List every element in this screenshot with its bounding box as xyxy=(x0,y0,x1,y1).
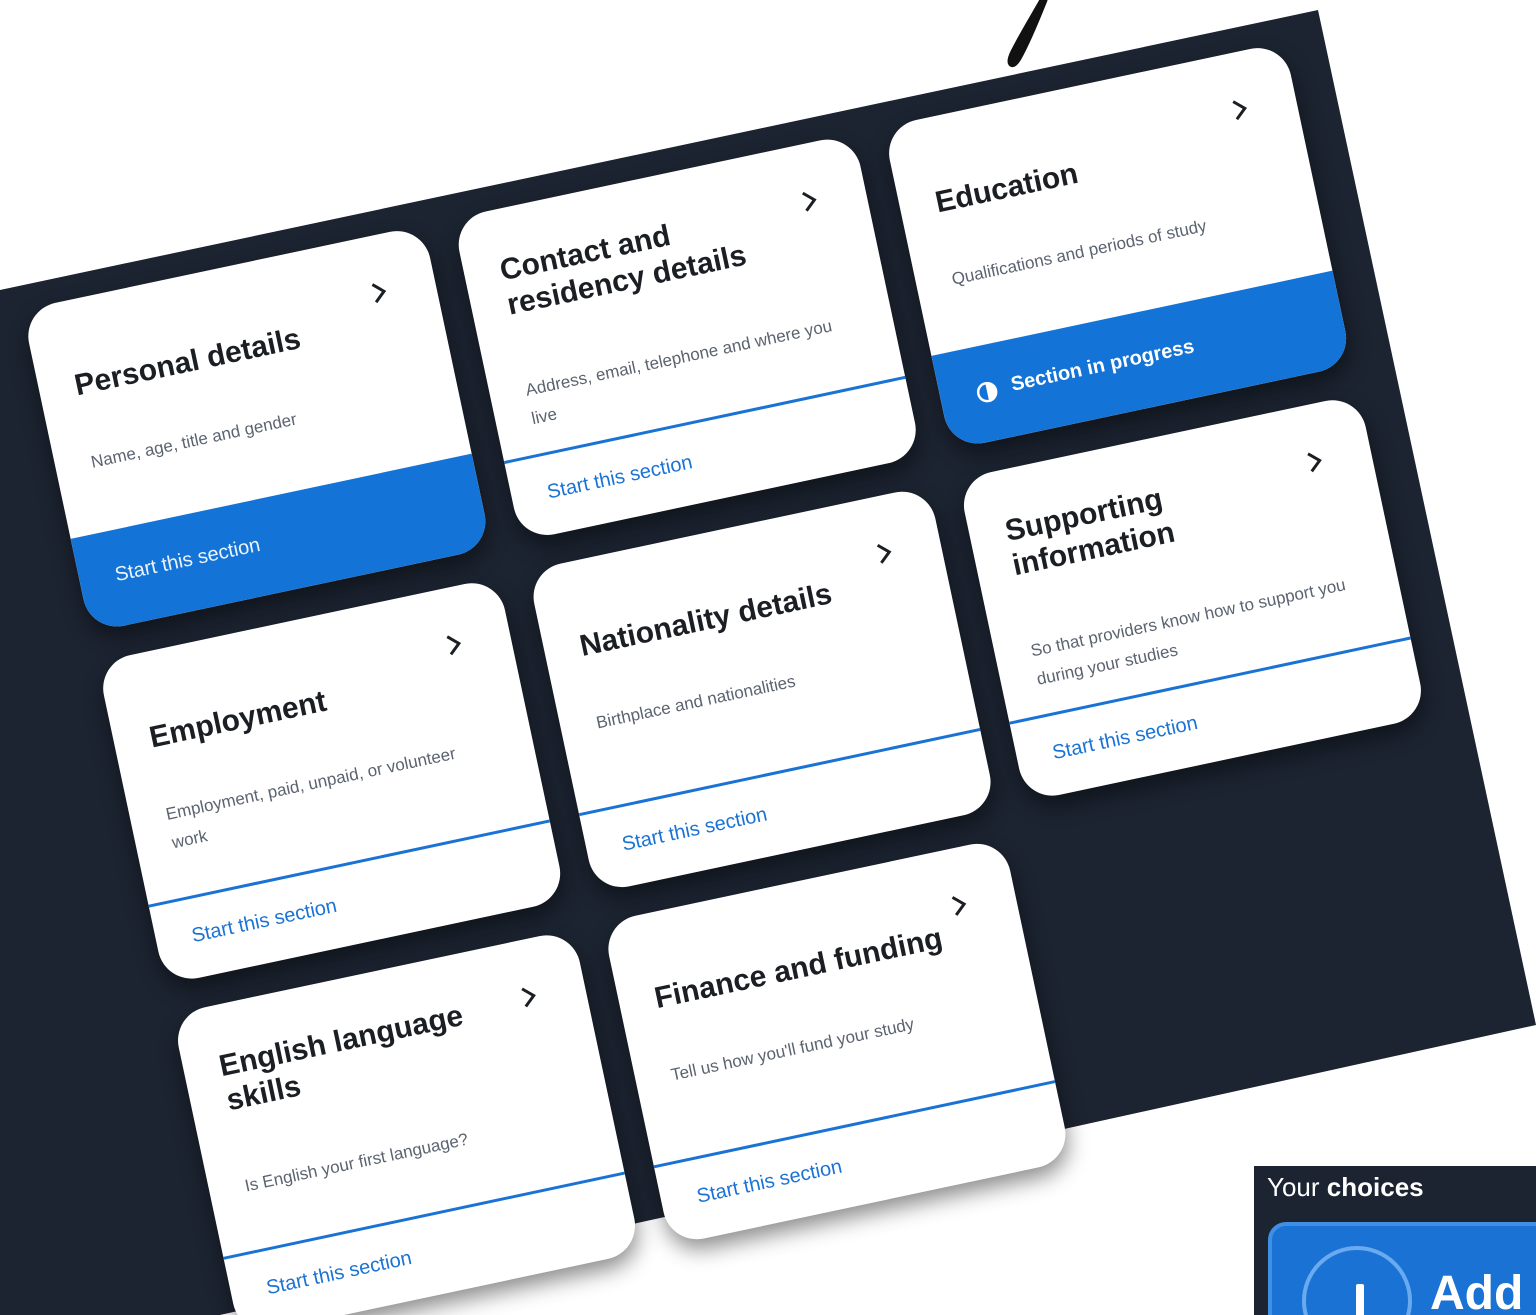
start-section-link[interactable]: Start this section xyxy=(695,1156,844,1209)
your-choices-panel: Your choices Add xyxy=(1254,1166,1536,1315)
start-section-link[interactable]: Start this section xyxy=(1050,712,1199,765)
card-title: Finance and funding xyxy=(651,921,946,1016)
chevron-right-icon xyxy=(876,543,892,564)
chevron-right-icon xyxy=(802,191,817,212)
start-section-link[interactable]: Start this section xyxy=(620,803,769,856)
chevron-right-icon xyxy=(951,896,967,916)
chevron-right-icon xyxy=(371,283,387,304)
card-title: Contact and residency details xyxy=(496,219,750,322)
card-english-language-skills[interactable]: English language skills Is English your … xyxy=(171,929,642,1315)
start-section-link[interactable]: Start this section xyxy=(265,1247,414,1300)
card-title: Employment xyxy=(146,684,330,755)
section-status-label[interactable]: Section in progress xyxy=(1009,335,1196,396)
start-section-link[interactable]: Start this section xyxy=(190,895,339,948)
card-description: Name, age, title and gender xyxy=(89,409,299,472)
card-description: Employment, paid, unpaid, or volunteer w… xyxy=(164,743,458,853)
card-description: Is English your first language? xyxy=(243,1129,470,1196)
card-description: Birthplace and nationalities xyxy=(594,671,798,733)
start-section-link[interactable]: Start this section xyxy=(113,534,262,587)
choices-heading: Your choices xyxy=(1267,1172,1424,1203)
add-choice-label: Add xyxy=(1430,1267,1524,1315)
choices-heading-prefix: Your xyxy=(1267,1172,1320,1202)
choices-heading-bold: choices xyxy=(1326,1172,1424,1202)
start-section-link[interactable]: Start this section xyxy=(545,451,694,504)
card-description: Tell us how you'll fund your study xyxy=(669,1014,916,1085)
card-title: English language skills xyxy=(216,999,467,1118)
screenshot-stage: Personal details Name, age, title and ge… xyxy=(0,0,1536,1315)
card-title: Nationality details xyxy=(576,577,835,663)
card-description: Qualifications and periods of study xyxy=(950,216,1209,289)
plus-circle-icon xyxy=(1302,1246,1412,1315)
card-title: Education xyxy=(932,156,1082,220)
chevron-right-icon xyxy=(1232,100,1247,121)
card-nationality-details[interactable]: Nationality details Birthplace and natio… xyxy=(527,485,997,894)
half-circle-icon xyxy=(976,381,998,403)
chevron-right-icon xyxy=(521,987,536,1008)
chevron-right-icon xyxy=(1307,452,1322,473)
card-employment[interactable]: Employment Employment, paid, unpaid, or … xyxy=(96,576,567,985)
handwriting-stroke-icon xyxy=(1007,0,1048,68)
chevron-right-icon xyxy=(446,635,462,656)
plus-icon xyxy=(1356,1284,1364,1315)
card-title: Supporting information xyxy=(1002,482,1178,583)
application-sections-grid: Personal details Name, age, title and ge… xyxy=(22,41,1428,1315)
card-footer[interactable]: Start this section xyxy=(653,1080,1072,1246)
add-choice-button[interactable]: Add xyxy=(1268,1222,1536,1315)
card-finance-funding[interactable]: Finance and funding Tell us how you'll f… xyxy=(602,837,1072,1246)
card-title: Personal details xyxy=(71,322,304,403)
